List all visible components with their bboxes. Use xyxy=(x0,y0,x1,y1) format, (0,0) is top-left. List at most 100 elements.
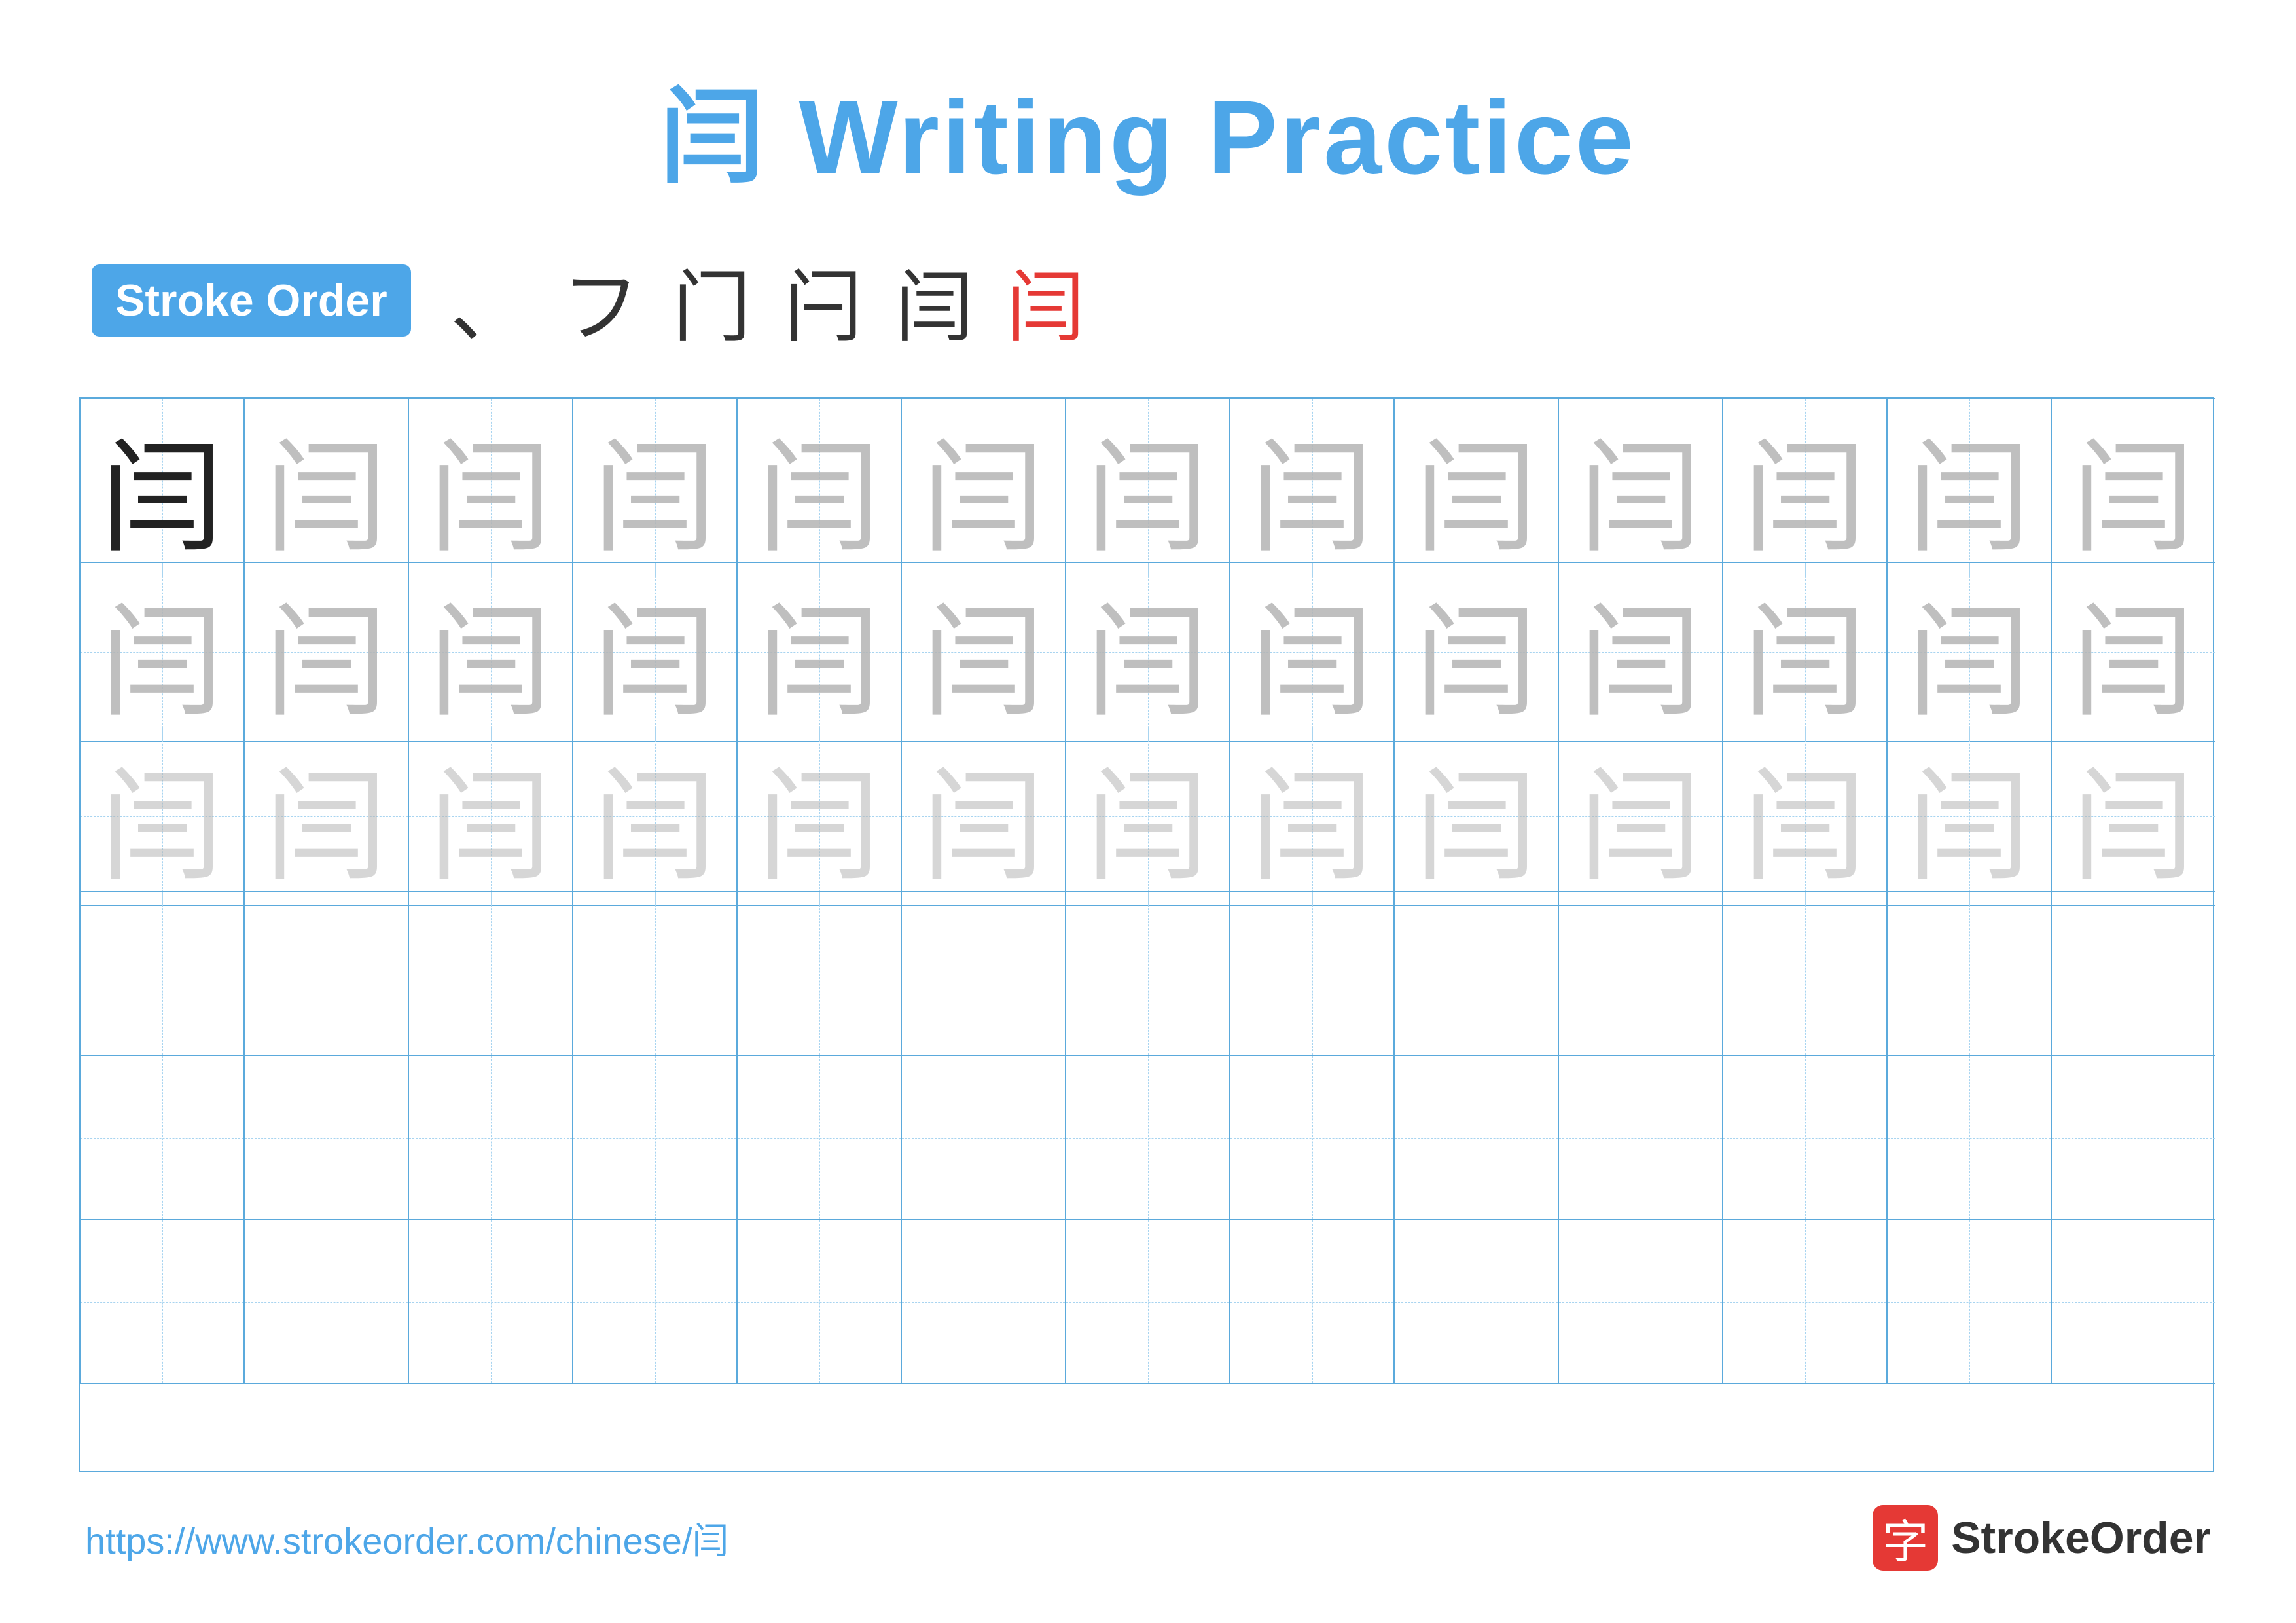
grid-cell[interactable] xyxy=(244,891,408,1055)
grid-cell[interactable]: 闫 xyxy=(737,727,901,906)
grid-cell[interactable]: 闫 xyxy=(737,398,901,577)
practice-char: 闫 xyxy=(1579,563,1702,741)
page-title: 闫 Writing Practice xyxy=(79,52,2217,204)
grid-cell[interactable]: 闫 xyxy=(1230,562,1394,742)
grid-cell[interactable]: 闫 xyxy=(901,398,1066,577)
grid-cell[interactable] xyxy=(1230,1055,1394,1220)
grid-cell[interactable]: 闫 xyxy=(1887,727,2051,906)
grid-cell[interactable]: 闫 xyxy=(244,562,408,742)
stroke-sequence: 、 フ 门 闩 闫 闫 xyxy=(450,244,1085,357)
grid-cell[interactable] xyxy=(1558,1055,1723,1220)
grid-cell[interactable] xyxy=(737,1220,901,1384)
grid-cell[interactable] xyxy=(1230,1220,1394,1384)
grid-cell[interactable] xyxy=(901,1220,1066,1384)
grid-cell[interactable] xyxy=(901,1055,1066,1220)
stroke-order-badge: Stroke Order xyxy=(92,264,411,337)
grid-cell[interactable]: 闫 xyxy=(2051,398,2215,577)
logo-icon: 字 xyxy=(1873,1505,1938,1571)
grid-cell[interactable] xyxy=(737,891,901,1055)
grid-cell[interactable]: 闫 xyxy=(573,727,737,906)
grid-cell[interactable]: 闫 xyxy=(1230,727,1394,906)
grid-cell[interactable]: 闫 xyxy=(408,398,573,577)
grid-cell[interactable] xyxy=(80,1055,244,1220)
grid-cell[interactable]: 闫 xyxy=(1066,562,1230,742)
grid-cell[interactable]: 闫 xyxy=(1394,562,1558,742)
grid-cell[interactable] xyxy=(244,1055,408,1220)
grid-cell[interactable]: 闫 xyxy=(80,398,244,577)
grid-cell[interactable]: 闫 xyxy=(901,562,1066,742)
grid-cell[interactable]: 闫 xyxy=(1887,398,2051,577)
practice-char: 闫 xyxy=(1415,727,1538,905)
footer-url[interactable]: https://www.strokeorder.com/chinese/闫 xyxy=(85,1512,729,1565)
grid-cell[interactable]: 闫 xyxy=(1394,398,1558,577)
grid-cell[interactable]: 闫 xyxy=(1394,727,1558,906)
grid-cell[interactable]: 闫 xyxy=(1066,727,1230,906)
grid-cell[interactable] xyxy=(1723,1220,1887,1384)
grid-cell[interactable] xyxy=(1394,1220,1558,1384)
practice-char: 闫 xyxy=(1744,727,1867,905)
grid-cell[interactable]: 闫 xyxy=(244,727,408,906)
grid-cell[interactable] xyxy=(1394,891,1558,1055)
logo-char: 字 xyxy=(1882,1505,1928,1571)
grid-cell[interactable] xyxy=(408,1055,573,1220)
practice-char: 闫 xyxy=(101,399,224,577)
practice-char: 闫 xyxy=(2072,727,2195,905)
grid-cell[interactable] xyxy=(901,891,1066,1055)
grid-cell[interactable]: 闫 xyxy=(408,562,573,742)
grid-cell[interactable]: 闫 xyxy=(573,562,737,742)
grid-cell[interactable] xyxy=(1558,1220,1723,1384)
practice-char: 闫 xyxy=(101,563,224,741)
grid-cell[interactable] xyxy=(1723,1055,1887,1220)
grid-cell[interactable] xyxy=(80,1220,244,1384)
grid-cell[interactable]: 闫 xyxy=(1723,562,1887,742)
grid-cell[interactable] xyxy=(2051,1055,2215,1220)
grid-cell[interactable] xyxy=(1723,891,1887,1055)
practice-char: 闫 xyxy=(265,563,388,741)
practice-char: 闫 xyxy=(594,399,717,577)
grid-cell[interactable]: 闫 xyxy=(244,398,408,577)
grid-cell[interactable] xyxy=(408,1220,573,1384)
grid-cell[interactable]: 闫 xyxy=(1230,398,1394,577)
practice-char: 闫 xyxy=(1251,727,1374,905)
practice-grid: 闫闫闫闫闫闫闫闫闫闫闫闫闫闫闫闫闫闫闫闫闫闫闫闫闫闫闫闫闫闫闫闫闫闫闫闫闫闫闫 xyxy=(79,397,2214,1472)
practice-char: 闫 xyxy=(1251,399,1374,577)
practice-char: 闫 xyxy=(265,727,388,905)
grid-cell[interactable] xyxy=(1066,1220,1230,1384)
grid-cell[interactable] xyxy=(244,1220,408,1384)
grid-cell[interactable] xyxy=(80,891,244,1055)
grid-cell[interactable]: 闫 xyxy=(901,727,1066,906)
grid-cell[interactable]: 闫 xyxy=(737,562,901,742)
grid-cell[interactable] xyxy=(573,1220,737,1384)
grid-cell[interactable]: 闫 xyxy=(1558,398,1723,577)
grid-cell[interactable]: 闫 xyxy=(408,727,573,906)
grid-cell[interactable]: 闫 xyxy=(2051,562,2215,742)
grid-cell[interactable] xyxy=(1394,1055,1558,1220)
grid-cell[interactable] xyxy=(737,1055,901,1220)
grid-cell[interactable] xyxy=(1887,891,2051,1055)
grid-cell[interactable]: 闫 xyxy=(573,398,737,577)
practice-char: 闫 xyxy=(1415,563,1538,741)
grid-cell[interactable]: 闫 xyxy=(80,562,244,742)
grid-cell[interactable] xyxy=(1230,891,1394,1055)
grid-cell[interactable] xyxy=(2051,1220,2215,1384)
footer: https://www.strokeorder.com/chinese/闫 字 … xyxy=(79,1505,2217,1571)
grid-cell[interactable] xyxy=(408,891,573,1055)
grid-cell[interactable]: 闫 xyxy=(80,727,244,906)
grid-cell[interactable]: 闫 xyxy=(2051,727,2215,906)
grid-cell[interactable]: 闫 xyxy=(1558,727,1723,906)
grid-cell[interactable] xyxy=(1066,891,1230,1055)
grid-cell[interactable] xyxy=(1558,891,1723,1055)
grid-cell[interactable] xyxy=(2051,891,2215,1055)
grid-cell[interactable]: 闫 xyxy=(1723,398,1887,577)
grid-cell[interactable]: 闫 xyxy=(1887,562,2051,742)
grid-cell[interactable] xyxy=(573,1055,737,1220)
practice-char: 闫 xyxy=(922,563,1045,741)
grid-cell[interactable]: 闫 xyxy=(1066,398,1230,577)
grid-cell[interactable] xyxy=(573,891,737,1055)
grid-cell[interactable] xyxy=(1887,1220,2051,1384)
grid-cell[interactable]: 闫 xyxy=(1723,727,1887,906)
grid-cell[interactable]: 闫 xyxy=(1558,562,1723,742)
practice-char: 闫 xyxy=(2072,563,2195,741)
grid-cell[interactable] xyxy=(1887,1055,2051,1220)
grid-cell[interactable] xyxy=(1066,1055,1230,1220)
